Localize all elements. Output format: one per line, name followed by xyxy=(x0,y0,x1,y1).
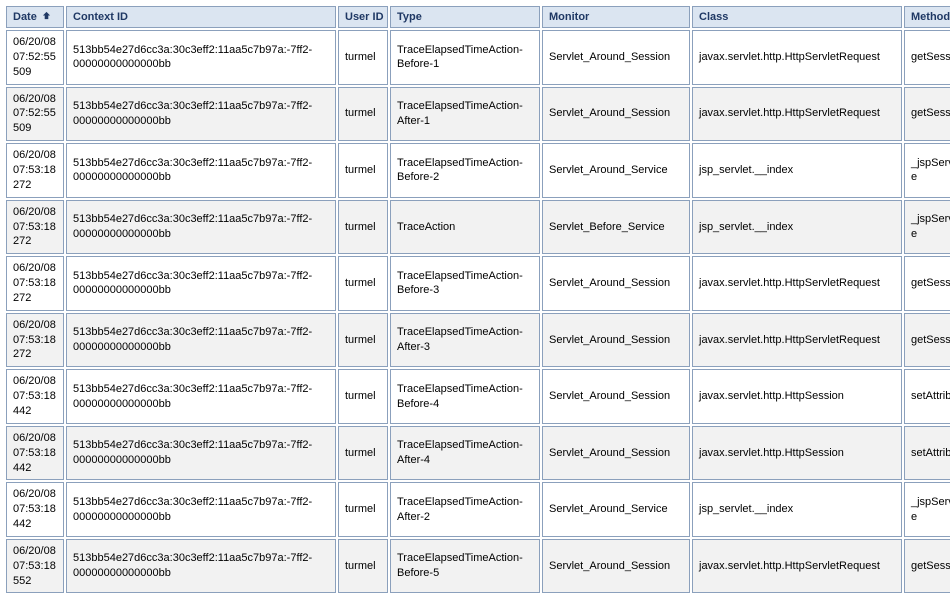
cell-method: getSession xyxy=(904,313,950,368)
cell-type: TraceElapsedTimeAction-Before-5 xyxy=(390,539,540,594)
col-header-label: User ID xyxy=(345,11,384,23)
cell-method: _jspService xyxy=(904,482,950,537)
cell-type: TraceElapsedTimeAction-After-2 xyxy=(390,482,540,537)
cell-date: 06/20/08 07:53:18 272 xyxy=(6,256,64,311)
cell-type: TraceElapsedTimeAction-Before-1 xyxy=(390,30,540,85)
cell-monitor: Servlet_Around_Service xyxy=(542,482,690,537)
cell-class: javax.servlet.http.HttpSession xyxy=(692,369,902,424)
col-header-monitor[interactable]: Monitor xyxy=(542,6,690,28)
cell-context: 513bb54e27d6cc3a:30c3eff2:11aa5c7b97a:-7… xyxy=(66,539,336,594)
table-row[interactable]: 06/20/08 07:53:18 552513bb54e27d6cc3a:30… xyxy=(6,539,950,594)
cell-type: TraceElapsedTimeAction-Before-2 xyxy=(390,143,540,198)
col-header-type[interactable]: Type xyxy=(390,6,540,28)
cell-monitor: Servlet_Around_Session xyxy=(542,87,690,142)
col-header-label: Date xyxy=(13,11,37,23)
col-header-label: Class xyxy=(699,11,728,23)
cell-class: javax.servlet.http.HttpServletRequest xyxy=(692,30,902,85)
table-row[interactable]: 06/20/08 07:53:18 272513bb54e27d6cc3a:30… xyxy=(6,313,950,368)
sort-asc-icon xyxy=(42,11,51,23)
cell-date: 06/20/08 07:52:55 509 xyxy=(6,30,64,85)
cell-user: turmel xyxy=(338,87,388,142)
cell-type: TraceElapsedTimeAction-Before-3 xyxy=(390,256,540,311)
cell-user: turmel xyxy=(338,200,388,255)
cell-user: turmel xyxy=(338,482,388,537)
cell-type: TraceAction xyxy=(390,200,540,255)
col-header-label: Context ID xyxy=(73,11,128,23)
table-row[interactable]: 06/20/08 07:52:55 509513bb54e27d6cc3a:30… xyxy=(6,87,950,142)
table-row[interactable]: 06/20/08 07:53:18 272513bb54e27d6cc3a:30… xyxy=(6,143,950,198)
cell-type: TraceElapsedTimeAction-After-4 xyxy=(390,426,540,481)
table-body: 06/20/08 07:52:55 509513bb54e27d6cc3a:30… xyxy=(6,30,950,593)
cell-class: jsp_servlet.__index xyxy=(692,143,902,198)
cell-class: javax.servlet.http.HttpSession xyxy=(692,426,902,481)
cell-class: jsp_servlet.__index xyxy=(692,200,902,255)
cell-monitor: Servlet_Around_Session xyxy=(542,369,690,424)
cell-method: _jspService xyxy=(904,200,950,255)
cell-type: TraceElapsedTimeAction-After-1 xyxy=(390,87,540,142)
cell-context: 513bb54e27d6cc3a:30c3eff2:11aa5c7b97a:-7… xyxy=(66,369,336,424)
cell-context: 513bb54e27d6cc3a:30c3eff2:11aa5c7b97a:-7… xyxy=(66,143,336,198)
cell-method: getSession xyxy=(904,87,950,142)
cell-user: turmel xyxy=(338,143,388,198)
cell-date: 06/20/08 07:53:18 272 xyxy=(6,200,64,255)
cell-date: 06/20/08 07:52:55 509 xyxy=(6,87,64,142)
table-row[interactable]: 06/20/08 07:53:18 442513bb54e27d6cc3a:30… xyxy=(6,369,950,424)
cell-method: getSession xyxy=(904,256,950,311)
cell-method: _jspService xyxy=(904,143,950,198)
cell-date: 06/20/08 07:53:18 442 xyxy=(6,482,64,537)
table-row[interactable]: 06/20/08 07:53:18 442513bb54e27d6cc3a:30… xyxy=(6,426,950,481)
table-header-row: Date Context ID User ID Type Monitor Cla… xyxy=(6,6,950,28)
cell-user: turmel xyxy=(338,369,388,424)
cell-class: javax.servlet.http.HttpServletRequest xyxy=(692,313,902,368)
cell-date: 06/20/08 07:53:18 272 xyxy=(6,143,64,198)
cell-context: 513bb54e27d6cc3a:30c3eff2:11aa5c7b97a:-7… xyxy=(66,313,336,368)
cell-monitor: Servlet_Around_Session xyxy=(542,313,690,368)
table-row[interactable]: 06/20/08 07:52:55 509513bb54e27d6cc3a:30… xyxy=(6,30,950,85)
cell-user: turmel xyxy=(338,30,388,85)
cell-monitor: Servlet_Around_Service xyxy=(542,143,690,198)
cell-monitor: Servlet_Around_Session xyxy=(542,426,690,481)
cell-user: turmel xyxy=(338,313,388,368)
cell-method: setAttribute xyxy=(904,369,950,424)
cell-context: 513bb54e27d6cc3a:30c3eff2:11aa5c7b97a:-7… xyxy=(66,256,336,311)
col-header-label: Method xyxy=(911,11,950,23)
cell-user: turmel xyxy=(338,256,388,311)
col-header-date[interactable]: Date xyxy=(6,6,64,28)
col-header-class[interactable]: Class xyxy=(692,6,902,28)
cell-date: 06/20/08 07:53:18 442 xyxy=(6,426,64,481)
cell-monitor: Servlet_Around_Session xyxy=(542,30,690,85)
col-header-user[interactable]: User ID xyxy=(338,6,388,28)
cell-date: 06/20/08 07:53:18 552 xyxy=(6,539,64,594)
cell-method: setAttribute xyxy=(904,426,950,481)
cell-date: 06/20/08 07:53:18 442 xyxy=(6,369,64,424)
cell-type: TraceElapsedTimeAction-After-3 xyxy=(390,313,540,368)
cell-context: 513bb54e27d6cc3a:30c3eff2:11aa5c7b97a:-7… xyxy=(66,87,336,142)
cell-monitor: Servlet_Before_Service xyxy=(542,200,690,255)
table-row[interactable]: 06/20/08 07:53:18 272513bb54e27d6cc3a:30… xyxy=(6,256,950,311)
cell-context: 513bb54e27d6cc3a:30c3eff2:11aa5c7b97a:-7… xyxy=(66,426,336,481)
cell-method: getSession xyxy=(904,539,950,594)
cell-monitor: Servlet_Around_Session xyxy=(542,539,690,594)
table-row[interactable]: 06/20/08 07:53:18 442513bb54e27d6cc3a:30… xyxy=(6,482,950,537)
cell-type: TraceElapsedTimeAction-Before-4 xyxy=(390,369,540,424)
cell-user: turmel xyxy=(338,539,388,594)
cell-context: 513bb54e27d6cc3a:30c3eff2:11aa5c7b97a:-7… xyxy=(66,30,336,85)
col-header-context[interactable]: Context ID xyxy=(66,6,336,28)
cell-class: javax.servlet.http.HttpServletRequest xyxy=(692,539,902,594)
col-header-method[interactable]: Method xyxy=(904,6,950,28)
cell-class: javax.servlet.http.HttpServletRequest xyxy=(692,87,902,142)
cell-method: getSession xyxy=(904,30,950,85)
cell-monitor: Servlet_Around_Session xyxy=(542,256,690,311)
cell-class: jsp_servlet.__index xyxy=(692,482,902,537)
cell-context: 513bb54e27d6cc3a:30c3eff2:11aa5c7b97a:-7… xyxy=(66,200,336,255)
cell-date: 06/20/08 07:53:18 272 xyxy=(6,313,64,368)
trace-table: Date Context ID User ID Type Monitor Cla… xyxy=(4,4,950,595)
cell-user: turmel xyxy=(338,426,388,481)
col-header-label: Monitor xyxy=(549,11,589,23)
col-header-label: Type xyxy=(397,11,422,23)
cell-context: 513bb54e27d6cc3a:30c3eff2:11aa5c7b97a:-7… xyxy=(66,482,336,537)
cell-class: javax.servlet.http.HttpServletRequest xyxy=(692,256,902,311)
table-row[interactable]: 06/20/08 07:53:18 272513bb54e27d6cc3a:30… xyxy=(6,200,950,255)
